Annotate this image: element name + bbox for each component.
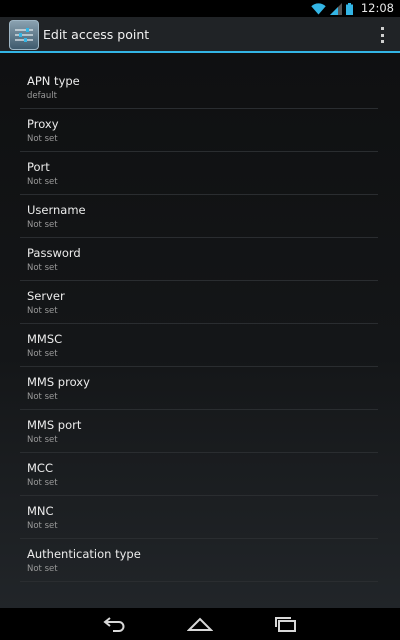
- signal-icon: [329, 2, 342, 15]
- setting-item-mms-proxy[interactable]: MMS proxy Not set: [20, 367, 378, 410]
- setting-title: Server: [27, 289, 65, 303]
- navigation-bar: [0, 608, 400, 640]
- setting-item-mmsc[interactable]: MMSC Not set: [20, 324, 378, 367]
- setting-item-server[interactable]: Server Not set: [20, 281, 378, 324]
- action-bar: Edit access point: [0, 17, 400, 53]
- setting-title: MMSC: [27, 332, 63, 346]
- setting-value: Not set: [27, 392, 58, 402]
- wifi-icon: [311, 2, 326, 15]
- setting-title: MMS port: [27, 418, 82, 432]
- setting-item-mcc[interactable]: MCC Not set: [20, 453, 378, 496]
- settings-sliders-icon[interactable]: [9, 20, 39, 50]
- setting-value: Not set: [27, 220, 58, 230]
- setting-title: Authentication type: [27, 547, 141, 561]
- battery-icon: [345, 2, 353, 15]
- setting-title: Password: [27, 246, 81, 260]
- setting-item-proxy[interactable]: Proxy Not set: [20, 109, 378, 152]
- setting-value: Not set: [27, 263, 58, 273]
- status-icons: 12:08: [311, 0, 394, 17]
- setting-value: Not set: [27, 349, 58, 359]
- setting-item-password[interactable]: Password Not set: [20, 238, 378, 281]
- setting-value: default: [27, 91, 57, 101]
- setting-value: Not set: [27, 564, 58, 574]
- home-icon[interactable]: [186, 615, 214, 637]
- setting-item-port[interactable]: Port Not set: [20, 152, 378, 195]
- setting-value: Not set: [27, 435, 58, 445]
- setting-value: Not set: [27, 134, 58, 144]
- setting-item-mnc[interactable]: MNC Not set: [20, 496, 378, 539]
- setting-item-username[interactable]: Username Not set: [20, 195, 378, 238]
- page-title: Edit access point: [43, 27, 150, 42]
- setting-item-apn-type[interactable]: APN type default: [20, 66, 378, 109]
- status-clock: 12:08: [360, 1, 394, 15]
- settings-list: APN type default Proxy Not set Port Not …: [20, 66, 378, 582]
- setting-item-mms-port[interactable]: MMS port Not set: [20, 410, 378, 453]
- setting-value: Not set: [27, 478, 58, 488]
- setting-title: Port: [27, 160, 50, 174]
- back-icon[interactable]: [102, 615, 128, 637]
- setting-title: Username: [27, 203, 86, 217]
- setting-value: Not set: [27, 306, 58, 316]
- status-bar: 12:08: [0, 0, 400, 17]
- setting-value: Not set: [27, 177, 58, 187]
- overflow-menu-icon[interactable]: [378, 27, 386, 43]
- setting-title: Proxy: [27, 117, 59, 131]
- setting-title: MNC: [27, 504, 54, 518]
- setting-item-authentication-type[interactable]: Authentication type Not set: [20, 539, 378, 582]
- setting-title: APN type: [27, 74, 80, 88]
- setting-title: MMS proxy: [27, 375, 90, 389]
- recent-apps-icon[interactable]: [273, 615, 299, 637]
- setting-title: MCC: [27, 461, 53, 475]
- screen: 12:08 Edit access point APN type default…: [0, 0, 400, 640]
- setting-value: Not set: [27, 521, 58, 531]
